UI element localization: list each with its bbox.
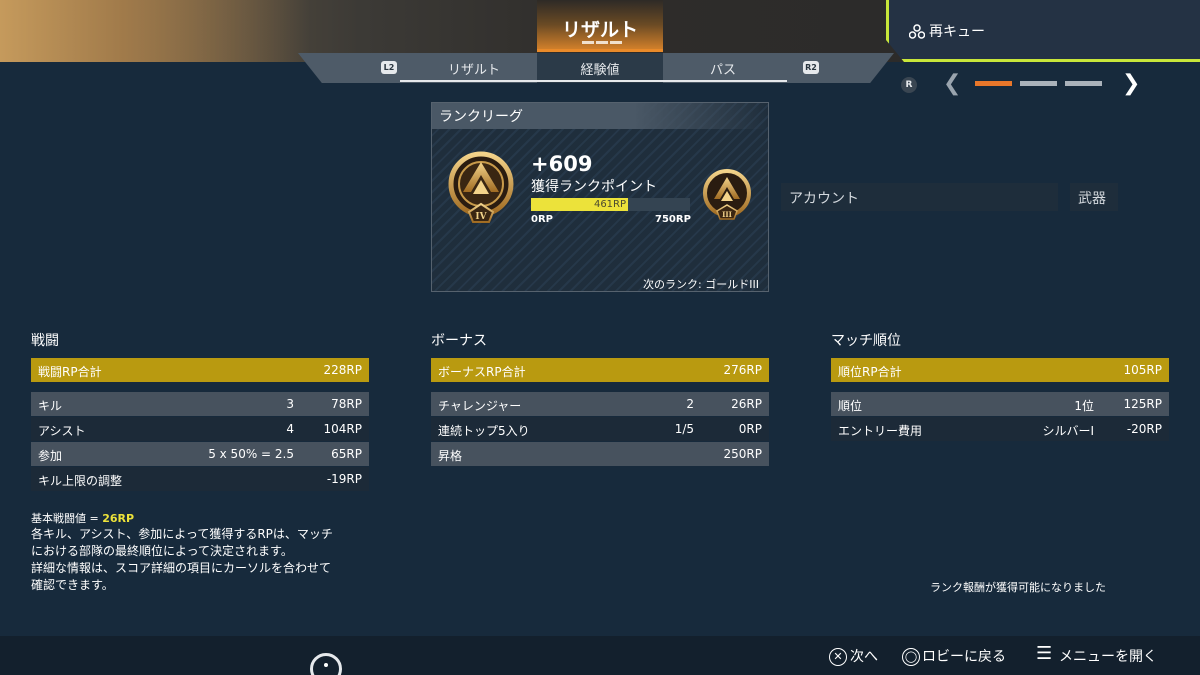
- right-stick-icon: R: [901, 77, 917, 93]
- title-tick: [596, 41, 608, 44]
- row-value: 125RP: [1123, 397, 1162, 411]
- top-bar-glow: [0, 0, 310, 62]
- row-label: エントリー費用: [838, 424, 923, 438]
- page-indicator-active: [975, 81, 1012, 86]
- rank-progress-min: 0RP: [531, 214, 553, 225]
- rank-card-title: ランクリーグ: [439, 109, 523, 125]
- placement-total-label: 順位RP合計: [838, 365, 902, 379]
- row-value: 78RP: [331, 397, 362, 411]
- menu-icon: ☰: [1036, 643, 1053, 664]
- arrow-right-icon[interactable]: ❯: [1122, 71, 1140, 96]
- l2-button-icon[interactable]: L2: [381, 61, 397, 74]
- next-rank-label: 次のランク: ゴールドIII: [643, 278, 759, 291]
- next-button[interactable]: 次へ: [850, 646, 878, 666]
- title-tick: [610, 41, 622, 44]
- next-rank-badge-icon: III: [703, 169, 751, 220]
- rank-points-label: 獲得ランクポイント: [531, 179, 657, 195]
- return-lobby-button[interactable]: ロビーに戻る: [922, 646, 1006, 666]
- description-line: における部隊の最終順位によって決定されます。: [31, 544, 293, 558]
- row-value: 0RP: [738, 422, 762, 436]
- page-indicator: [1020, 81, 1057, 86]
- next-tier-numeral: III: [722, 210, 732, 219]
- bonus-total-value: 276RP: [723, 363, 762, 377]
- r2-button-icon[interactable]: R2: [803, 61, 819, 74]
- base-combat-label: 基本戦闘値 =: [31, 512, 103, 525]
- row-value: -20RP: [1126, 422, 1162, 436]
- rank-points-gained: +609: [531, 152, 593, 176]
- base-combat-value: 26RP: [102, 512, 135, 525]
- title-tick: [582, 41, 594, 44]
- tab-experience[interactable]: 経験値: [545, 59, 655, 78]
- row-label: キル上限の調整: [38, 474, 123, 488]
- row-value: 250RP: [723, 447, 762, 461]
- account-tab-label: アカウント: [789, 191, 859, 207]
- bonus-total-label: ボーナスRP合計: [438, 365, 526, 379]
- squad-icon: [909, 24, 925, 39]
- row-label: 連続トップ5入り: [438, 424, 530, 438]
- description-line: 詳細な情報は、スコア詳細の項目にカーソルを合わせて: [31, 561, 332, 575]
- row-count: 4: [286, 422, 294, 436]
- row-count: 3: [286, 397, 294, 411]
- circle-button-icon: ◯: [902, 648, 920, 666]
- placement-heading: マッチ順位: [831, 333, 901, 349]
- description-line: 各キル、アシスト、参加によって獲得するRPは、マッチ: [31, 527, 333, 541]
- placement-total-value: 105RP: [1123, 363, 1162, 377]
- combat-total-label: 戦闘RP合計: [38, 365, 102, 379]
- tab-result[interactable]: リザルト: [419, 59, 529, 78]
- description-line: 確認できます。: [31, 578, 114, 592]
- requeue-label: 再キュー: [929, 24, 985, 40]
- weapon-tab-label: 武器: [1078, 191, 1106, 207]
- rank-progress-max: 750RP: [655, 214, 691, 225]
- row-count: 2: [686, 397, 694, 411]
- combat-heading: 戦闘: [31, 333, 59, 349]
- reward-note: ランク報酬が獲得可能になりました: [930, 581, 1106, 594]
- arrow-left-icon[interactable]: ❮: [943, 71, 961, 96]
- row-count: 1位: [1074, 399, 1094, 413]
- rank-progress-text: 461RP: [593, 199, 627, 210]
- row-label: キル: [38, 399, 63, 413]
- bonus-heading: ボーナス: [431, 333, 487, 349]
- open-menu-button[interactable]: メニューを開く: [1059, 646, 1157, 666]
- row-count: 5 x 50% = 2.5: [208, 447, 294, 461]
- row-label: 順位: [838, 399, 863, 413]
- current-tier-numeral: IV: [475, 212, 487, 222]
- combat-total-value: 228RP: [323, 363, 362, 377]
- row-label: チャレンジャー: [438, 399, 522, 413]
- row-count: シルバーI: [1042, 424, 1094, 438]
- page-title: リザルト: [561, 19, 638, 41]
- base-combat-line: 基本戦闘値 = 26RP: [31, 510, 134, 526]
- tab-underline: [400, 80, 787, 82]
- cross-button-icon: ✕: [829, 648, 847, 666]
- row-label: 昇格: [438, 449, 463, 463]
- gold-rank-badge-icon: IV: [448, 151, 514, 223]
- row-count: 1/5: [674, 422, 694, 436]
- page-indicator: [1065, 81, 1102, 86]
- row-value: 104RP: [323, 422, 362, 436]
- row-label: アシスト: [38, 424, 86, 438]
- footer-bar: [0, 636, 1200, 675]
- row-label: 参加: [38, 449, 63, 463]
- tab-pass[interactable]: パス: [668, 59, 778, 78]
- row-value: 26RP: [731, 397, 762, 411]
- description-text: 各キル、アシスト、参加によって獲得するRPは、マッチ における部隊の最終順位によ…: [31, 526, 371, 594]
- row-value: -19RP: [326, 472, 362, 486]
- cursor-dot-icon: [324, 663, 328, 667]
- row-value: 65RP: [331, 447, 362, 461]
